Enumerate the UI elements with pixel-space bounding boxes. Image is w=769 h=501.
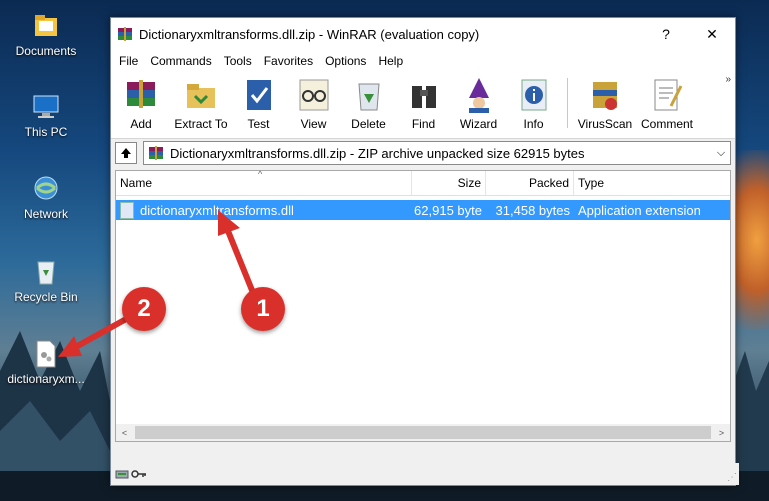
toolbar-wizard-button[interactable]: Wizard [451,72,506,131]
archive-path-combobox[interactable]: Dictionaryxmltransforms.dll.zip - ZIP ar… [143,141,731,165]
toolbar-label: Test [247,117,270,131]
toolbar-label: Wizard [459,117,498,131]
toolbar-label: Delete [351,117,386,131]
toolbar-label: Find [411,117,436,131]
file-packed-cell: 31,458 bytes [495,202,570,218]
comment-icon [654,79,683,111]
wizard-icon [468,78,489,113]
file-type-cell: Application extension [578,202,701,218]
toolbar-find-button[interactable]: Find [396,72,451,131]
documents-folder-icon [35,15,57,36]
virusscan-icon [593,82,617,110]
toolbar-separator [567,78,568,128]
info-icon [521,79,546,111]
scroll-left-icon[interactable]: < [116,428,133,438]
title-bar[interactable]: Dictionaryxmltransforms.dll.zip - WinRAR… [111,18,735,50]
toolbar-extract-button[interactable]: Extract To [171,72,231,131]
key-icon [131,470,146,478]
menu-favorites[interactable]: Favorites [258,54,319,68]
menu-commands[interactable]: Commands [144,54,217,68]
toolbar-info-button[interactable]: Info [506,72,561,131]
status-bar: ⋰ [111,463,739,485]
extract-folder-icon [187,84,215,108]
toolbar-comment-button[interactable]: Comment [636,72,698,131]
table-row[interactable]: dictionaryxmltransforms.dll 62,915 byte … [116,200,730,220]
column-header-size[interactable]: Size [412,171,486,195]
desktop-icon-recycle-bin[interactable]: Recycle Bin [0,258,92,304]
recycle-bin-icon [37,261,55,285]
desktop-icon-label: This PC [24,125,68,139]
menu-help[interactable]: Help [372,54,409,68]
toolbar-label: Add [130,117,152,131]
column-header-row: ^ Name Size Packed Type [116,169,730,196]
column-header-type[interactable]: Type [574,171,730,195]
desktop-icon-label: Documents [15,44,77,58]
scroll-thumb[interactable] [135,426,711,439]
toolbar-overflow-chevron[interactable]: » [725,74,731,85]
add-books-icon [127,80,155,108]
desktop-icon-dll-file[interactable]: dictionaryxm... [0,340,92,386]
toolbar-virusscan-button[interactable]: VirusScan [574,72,636,131]
desktop-icon-documents[interactable]: Documents [0,12,92,58]
toolbar-view-button[interactable]: View [286,72,341,131]
up-arrow-icon [121,148,131,158]
toolbar-delete-button[interactable]: Delete [341,72,396,131]
toolbar-label: Info [523,117,544,131]
desktop-icon-network[interactable]: Network [0,175,92,221]
dll-file-icon [36,340,56,368]
find-binoculars-icon [411,86,436,108]
column-header-name[interactable]: Name [116,171,412,195]
close-button[interactable]: ✕ [689,26,735,43]
file-name: dictionaryxmltransforms.dll [140,202,294,218]
desktop-icon-label: dictionaryxm... [7,372,85,386]
desktop-icon-this-pc[interactable]: This PC [0,93,92,139]
column-header-packed[interactable]: Packed [486,171,574,195]
toolbar-label: Extract To [174,117,228,131]
toolbar-label: Comment [640,117,693,131]
menu-options[interactable]: Options [319,54,372,68]
delete-recycle-icon [357,83,380,111]
scroll-right-icon[interactable]: > [713,428,730,438]
archive-path-text: Dictionaryxmltransforms.dll.zip - ZIP ar… [170,145,585,161]
chevron-down-icon[interactable]: ⌵ [712,147,730,160]
winrar-app-icon [118,27,132,41]
annotation-badge-2: 2 [122,287,166,331]
menu-bar: File Commands Tools Favorites Options He… [111,50,735,72]
view-glasses-icon [299,79,328,111]
file-size-cell: 62,915 byte [414,202,482,218]
winrar-window: Dictionaryxmltransforms.dll.zip - WinRAR… [110,17,739,486]
up-one-level-button[interactable] [115,142,137,164]
menu-file[interactable]: File [113,54,144,68]
toolbar-label: View [300,117,327,131]
menu-tools[interactable]: Tools [218,54,258,68]
resize-grip-icon[interactable]: ⋰ [727,472,737,483]
drive-icon [115,470,129,479]
computer-icon [33,95,59,118]
file-list: ^ Name Size Packed Type dictionaryxmltra… [115,169,731,442]
window-title: Dictionaryxmltransforms.dll.zip - WinRAR… [139,26,480,42]
toolbar-add-button[interactable]: Add [111,72,171,131]
address-bar: Dictionaryxmltransforms.dll.zip - ZIP ar… [111,139,735,167]
sort-indicator-icon: ^ [258,169,263,179]
desktop-icon-label: Network [23,207,68,221]
test-check-icon [246,80,271,110]
horizontal-scrollbar[interactable]: < > [116,424,730,441]
file-name-cell: dictionaryxmltransforms.dll [116,200,412,220]
toolbar-label: VirusScan [577,117,633,131]
desktop-icon-label: Recycle Bin [14,290,78,304]
toolbar: Add Extract To Test View Delete Find Wiz… [111,72,735,139]
annotation-badge-1: 1 [241,287,285,331]
network-globe-icon [34,176,58,200]
winrar-archive-icon [149,146,163,160]
help-button[interactable]: ? [643,26,689,42]
dll-file-icon [120,201,134,219]
toolbar-test-button[interactable]: Test [231,72,286,131]
